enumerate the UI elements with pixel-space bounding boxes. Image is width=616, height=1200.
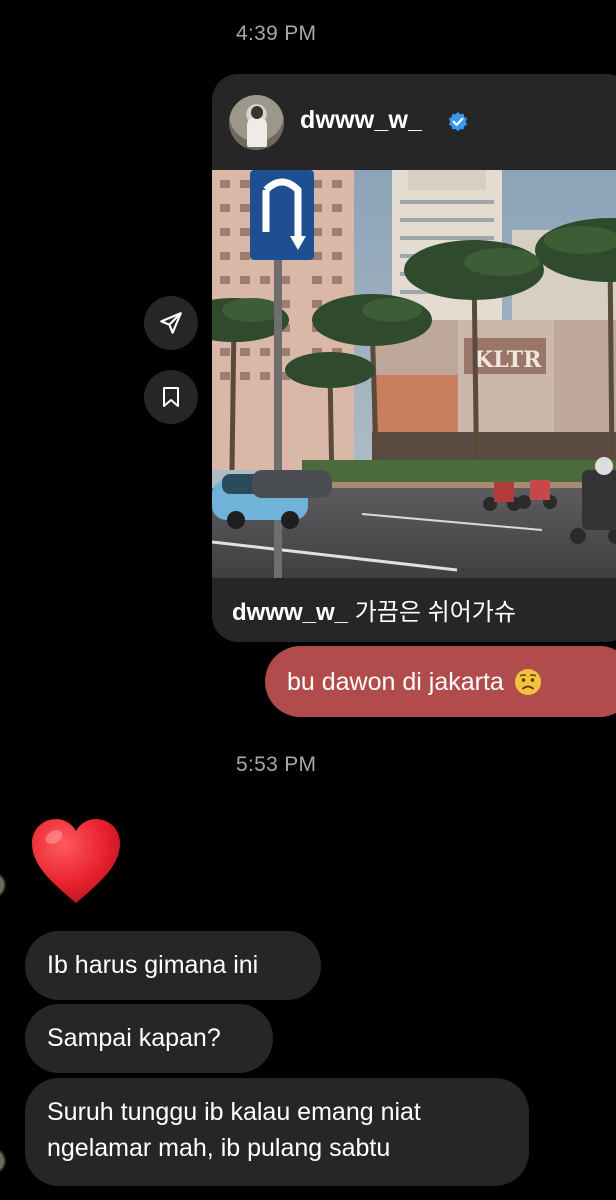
caption-username[interactable]: dwww_w_ bbox=[232, 599, 348, 626]
post-author-username[interactable]: dwww_w_ bbox=[300, 106, 422, 135]
incoming-message-text: Ib harus gimana ini bbox=[47, 951, 259, 979]
outgoing-message-text: bu dawon di jakarta bbox=[287, 667, 504, 696]
shared-post-card[interactable]: dwww_w_ KLTR dwww_w_ 가끔은 쉬어가슈 bbox=[212, 74, 616, 642]
message-timestamp: 4:39 PM bbox=[236, 22, 317, 45]
post-author-avatar[interactable] bbox=[229, 95, 284, 150]
verified-badge-icon bbox=[448, 112, 468, 132]
post-header[interactable]: dwww_w_ bbox=[212, 74, 616, 170]
incoming-message-bubble[interactable]: Sampai kapan? bbox=[25, 1004, 273, 1073]
sender-avatar[interactable] bbox=[0, 1148, 6, 1174]
building-sign-text: KLTR bbox=[474, 347, 542, 373]
send-icon bbox=[160, 312, 182, 334]
incoming-message-text: Sampai kapan? bbox=[47, 1024, 221, 1052]
share-button[interactable] bbox=[144, 296, 198, 350]
bookmark-icon bbox=[163, 387, 179, 407]
incoming-message-bubble[interactable]: Suruh tunggu ib kalau emang niat ngelama… bbox=[25, 1078, 529, 1186]
incoming-message-line: ngelamar mah, ib pulang sabtu bbox=[47, 1134, 391, 1162]
red-heart-emoji-icon[interactable] bbox=[30, 817, 122, 907]
worried-face-emoji-icon bbox=[514, 668, 541, 695]
incoming-message-line: Suruh tunggu ib kalau emang niat bbox=[47, 1098, 421, 1126]
chat-screen: 4:39 PM dwww_w_ KLTR dwww_w_ 가끔은 쉬어가슈 bu… bbox=[0, 0, 616, 1200]
sender-avatar[interactable] bbox=[0, 872, 6, 898]
save-button[interactable] bbox=[144, 370, 198, 424]
caption-text: 가끔은 쉬어가슈 bbox=[354, 599, 516, 626]
outgoing-message-bubble[interactable]: bu dawon di jakarta bbox=[265, 646, 616, 717]
incoming-message-bubble[interactable]: Ib harus gimana ini bbox=[25, 931, 321, 1000]
message-timestamp: 5:53 PM bbox=[236, 753, 317, 776]
post-photo[interactable]: KLTR bbox=[212, 170, 616, 578]
post-caption: dwww_w_ 가끔은 쉬어가슈 bbox=[232, 592, 516, 627]
